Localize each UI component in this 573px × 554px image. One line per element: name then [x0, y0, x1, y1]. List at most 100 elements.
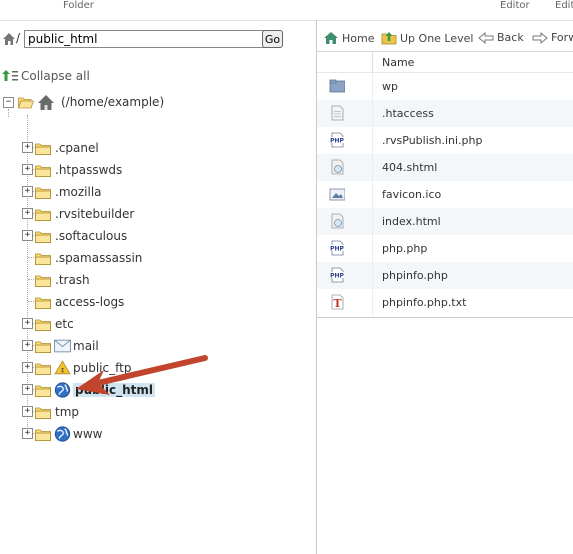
tree-item-softaculous[interactable]: + .softaculous: [20, 227, 220, 245]
tree-item-htpasswds[interactable]: + .htpasswds: [20, 161, 220, 179]
tree-item-label: etc: [55, 317, 74, 331]
tree-item-label: .htpasswds: [55, 163, 123, 177]
php-file-icon: PHP: [330, 132, 345, 148]
tree-item-cpanel[interactable]: + .cpanel: [20, 139, 220, 157]
folder-icon: [35, 209, 51, 221]
expand-toggle[interactable]: +: [22, 186, 33, 197]
expand-toggle[interactable]: +: [22, 362, 33, 373]
up-one-level-button[interactable]: Up One Level: [381, 31, 473, 45]
globe-icon: [54, 382, 71, 398]
tree-item-label: .rvsitebuilder: [55, 207, 135, 221]
file-row[interactable]: wp: [317, 73, 573, 100]
folder-icon: [35, 275, 51, 287]
file-name: .rvsPublish.ini.php: [382, 134, 483, 147]
go-button[interactable]: Go: [262, 30, 283, 48]
svg-text:↕: ↕: [60, 366, 65, 374]
image-file-icon: [329, 188, 345, 201]
up-one-level-label: Up One Level: [400, 32, 474, 45]
column-separator: [372, 100, 373, 127]
folder-icon: [35, 319, 51, 331]
folder-column-header: Folder: [63, 0, 94, 11]
file-row[interactable]: PHP php.php: [317, 235, 573, 262]
tree-item-rvsitebuilder[interactable]: + .rvsitebuilder: [20, 205, 220, 223]
expand-toggle[interactable]: +: [22, 230, 33, 241]
tree-item-mail[interactable]: + mail: [20, 337, 220, 355]
html-file-icon: [331, 159, 344, 175]
file-row[interactable]: .htaccess: [317, 100, 573, 127]
expand-toggle[interactable]: +: [22, 164, 33, 175]
file-name: phpinfo.php: [382, 269, 448, 282]
folder-icon: [35, 253, 51, 265]
file-name: wp: [382, 80, 398, 93]
column-separator: [372, 235, 373, 262]
folder-icon: [35, 407, 51, 419]
file-name: 404.shtml: [382, 161, 438, 174]
home-button[interactable]: Home: [323, 31, 374, 45]
column-separator: [372, 208, 373, 235]
path-separator: /: [16, 31, 21, 45]
tree-item-label: .trash: [55, 273, 90, 287]
tree-item-spamassassin[interactable]: .spamassassin: [20, 249, 220, 267]
home-icon: [38, 95, 54, 110]
back-label: Back: [497, 31, 524, 44]
file-row[interactable]: Tphpinfo.php.txt: [317, 289, 573, 316]
home-icon[interactable]: [2, 32, 16, 46]
php-file-icon: PHP: [330, 267, 345, 283]
collapse-all-link[interactable]: Collapse all: [2, 69, 90, 83]
expand-toggle[interactable]: +: [22, 406, 33, 417]
tree-item-public-html[interactable]: + public_html: [20, 381, 220, 399]
column-separator: [372, 154, 373, 181]
tree-item-trash[interactable]: .trash: [20, 271, 220, 289]
column-separator: [372, 127, 373, 154]
home-icon: [324, 32, 338, 44]
tree-item-label: .spamassassin: [55, 251, 143, 265]
expand-toggle[interactable]: +: [22, 142, 33, 153]
text-file-icon: [331, 105, 344, 121]
tree-item-public-ftp[interactable]: + ↕ public_ftp: [20, 359, 220, 377]
expand-toggle[interactable]: +: [22, 384, 33, 395]
tree-item-www[interactable]: + www: [20, 425, 220, 443]
mail-icon: [54, 339, 71, 353]
tree-item-tmp[interactable]: + tmp: [20, 403, 220, 421]
folder-icon: [35, 297, 51, 309]
file-row[interactable]: index.html: [317, 208, 573, 235]
forward-arrow-icon: [532, 31, 548, 45]
editor-column-header: Editor: [500, 0, 530, 11]
file-row[interactable]: favicon.ico: [317, 181, 573, 208]
svg-text:PHP: PHP: [330, 137, 344, 144]
file-list-pane: Home Up One Level Back Forw Name wp .htac…: [317, 20, 573, 554]
tree-item-label: .cpanel: [55, 141, 99, 155]
file-name: favicon.ico: [382, 188, 442, 201]
expand-toggle[interactable]: +: [22, 340, 33, 351]
expand-toggle[interactable]: +: [22, 318, 33, 329]
folder-icon: [35, 143, 51, 155]
folder-icon: [35, 231, 51, 243]
forward-button[interactable]: Forw: [532, 31, 573, 45]
collapse-toggle[interactable]: −: [3, 97, 14, 108]
forward-label: Forw: [551, 31, 573, 44]
tree-item-label: public_ftp: [73, 361, 132, 375]
svg-text:PHP: PHP: [330, 272, 344, 279]
php-file-icon: PHP: [330, 240, 345, 256]
tree-item-etc[interactable]: + etc: [20, 315, 220, 333]
tree-item-access-logs[interactable]: access-logs: [20, 293, 220, 311]
navigation-toolbar: Home Up One Level Back Forw: [317, 20, 573, 52]
html-file-icon: [331, 213, 344, 229]
path-input[interactable]: [24, 30, 264, 48]
back-button[interactable]: Back: [478, 31, 524, 45]
file-row[interactable]: PHP phpinfo.php: [317, 262, 573, 289]
tree-item-mozilla[interactable]: + .mozilla: [20, 183, 220, 201]
svg-text:PHP: PHP: [330, 245, 344, 252]
expand-toggle[interactable]: +: [22, 208, 33, 219]
tree-root[interactable]: − (/home/example): [3, 94, 203, 112]
tree-item-label: .mozilla: [55, 185, 102, 199]
folder-tree-pane: / Go Collapse all − (/home/example) +: [0, 20, 316, 554]
file-row[interactable]: PHP .rvsPublish.ini.php: [317, 127, 573, 154]
tree-item-label: access-logs: [55, 295, 125, 309]
name-column-header[interactable]: Name: [382, 56, 414, 69]
file-row[interactable]: 404.shtml: [317, 154, 573, 181]
txt-file-icon: T: [331, 294, 344, 310]
tree-item-label: tmp: [55, 405, 80, 419]
expand-toggle[interactable]: +: [22, 428, 33, 439]
folder-icon: [35, 341, 51, 353]
